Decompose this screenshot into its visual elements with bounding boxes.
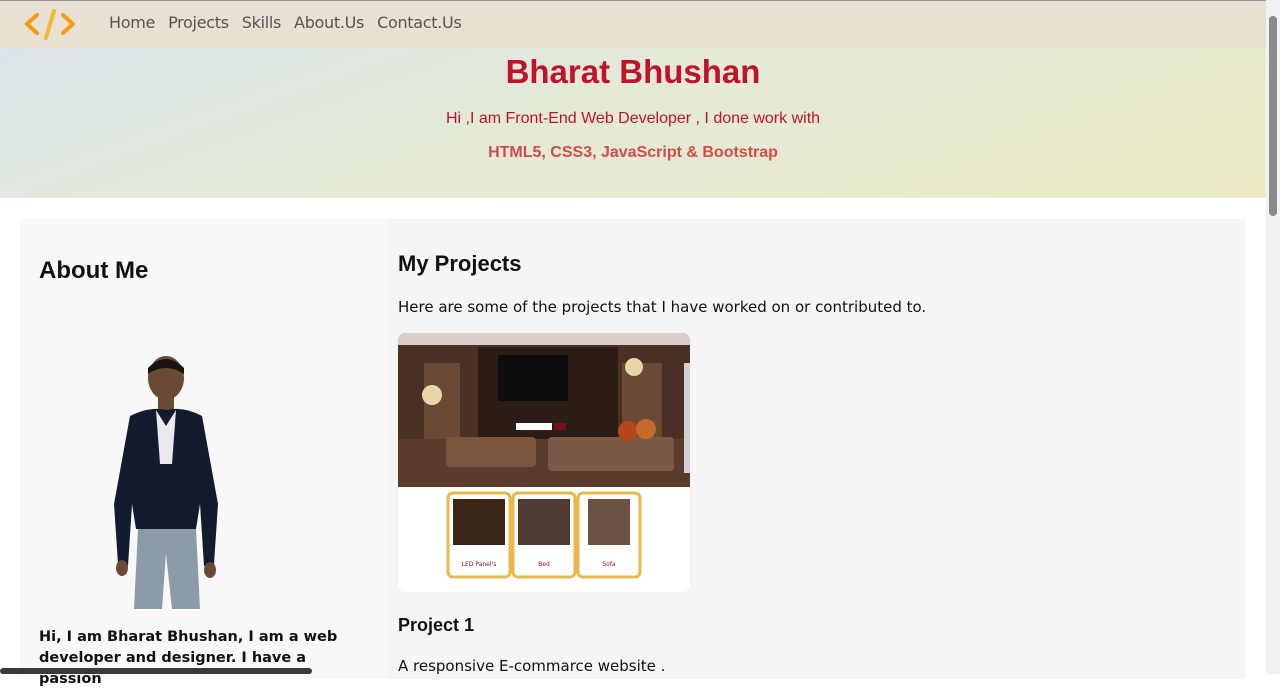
- hero-skills: HTML5, CSS3, JavaScript & Bootstrap: [488, 144, 778, 161]
- project1-screenshot: LED Panel's Bed Sofa: [398, 333, 690, 579]
- main-nav: Home Projects Skills About.Us Contact.Us: [109, 13, 462, 32]
- hero-name: Bharat Bhushan: [505, 53, 761, 90]
- nav-skills-link[interactable]: Skills: [242, 13, 282, 32]
- project1-title: Project 1: [398, 615, 475, 635]
- projects-lead: Here are some of the projects that I hav…: [398, 298, 927, 316]
- card-label-sofa: Sofa: [602, 561, 616, 568]
- nav-projects-link[interactable]: Projects: [168, 13, 229, 32]
- vertical-scroll-thumb[interactable]: [1269, 16, 1277, 216]
- nav-contact-link[interactable]: Contact.Us: [377, 13, 462, 32]
- vertical-scrollbar[interactable]: [1266, 0, 1280, 674]
- profile-photo: [114, 356, 218, 609]
- about-bio: Hi, I am Bharat Bhushan, I am a web deve…: [39, 629, 338, 687]
- card-label-bed: Bed: [538, 561, 550, 568]
- projects-section: My Projects Here are some of the project…: [388, 219, 1245, 679]
- project1-thumbnail[interactable]: LED Panel's Bed Sofa: [398, 333, 690, 592]
- about-section: About Me Hi, I am Bharat Bhushan, I am a…: [20, 219, 388, 687]
- projects-title: My Projects: [398, 251, 522, 276]
- nav-home-link[interactable]: Home: [109, 13, 155, 32]
- nav-about-link[interactable]: About.Us: [294, 13, 364, 32]
- hero-intro: Hi ,I am Front-End Web Developer , I don…: [445, 110, 821, 127]
- navbar: Home Projects Skills About.Us Contact.Us: [0, 0, 1266, 48]
- about-title: About Me: [39, 257, 149, 284]
- project1-description: A responsive E-commarce website .: [398, 657, 666, 675]
- horizontal-scroll-thumb[interactable]: [0, 668, 312, 674]
- card-label-led: LED Panel's: [462, 561, 497, 568]
- hero-banner: Bharat Bhushan Hi ,I am Front-End Web De…: [0, 48, 1266, 198]
- code-logo-icon[interactable]: [23, 7, 77, 41]
